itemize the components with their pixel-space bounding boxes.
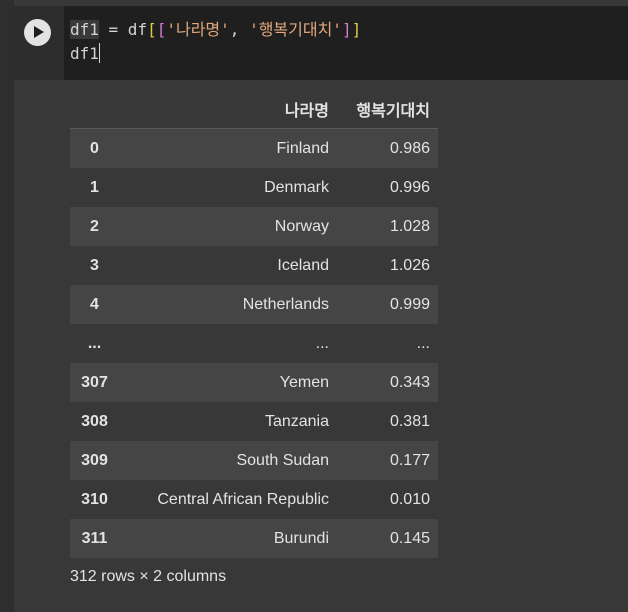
- cell-output: 나라명 행복기대치 0 Finland 0.986 1 Denmark 0.996 2 N…: [70, 90, 438, 586]
- cell-gutter: [14, 6, 64, 80]
- row-index: 3: [90, 256, 99, 274]
- code-line-1: df1 = df[['나라명', '행복기대치']]: [70, 18, 361, 42]
- row-index: 2: [90, 217, 99, 235]
- cell-value: 0.177: [389, 451, 430, 469]
- code-token-sep: ,: [229, 20, 250, 39]
- cell-name: Iceland: [277, 256, 329, 274]
- code-token-var: df1: [70, 44, 99, 63]
- code-text[interactable]: df1 = df[['나라명', '행복기대치']] df1: [70, 18, 361, 66]
- cell-value: 1.026: [389, 256, 430, 274]
- code-token-string: '나라명': [166, 20, 230, 39]
- code-token-assign: = df: [98, 20, 148, 39]
- code-line-2: df1: [70, 42, 361, 66]
- cell-name: Finland: [276, 139, 329, 157]
- cell-value: 0.996: [389, 178, 430, 196]
- code-token-string: '행복기대치': [249, 20, 342, 39]
- column-header: 나라명: [119, 90, 337, 129]
- dataframe-table: 나라명 행복기대치 0 Finland 0.986 1 Denmark 0.996 2 N…: [70, 90, 438, 558]
- table-row: 4 Netherlands 0.999: [70, 285, 438, 324]
- cell-value: 0.999: [389, 295, 430, 313]
- cell-name: Yemen: [279, 373, 329, 391]
- code-editor[interactable]: df1 = df[['나라명', '행복기대치']] df1: [14, 6, 628, 80]
- notebook-left-edge: [0, 0, 14, 612]
- cell-value: 0.145: [389, 529, 430, 547]
- row-index: 311: [81, 529, 108, 547]
- cell-value: 0.986: [389, 139, 430, 157]
- code-token-bracket: [: [156, 20, 167, 39]
- cell-value: ...: [416, 334, 430, 352]
- row-index: 0: [90, 139, 99, 157]
- row-index: 310: [81, 490, 108, 508]
- table-row: 2 Norway 1.028: [70, 207, 438, 246]
- cell-name: Central African Republic: [157, 490, 329, 508]
- column-header: 행복기대치: [337, 90, 438, 129]
- code-cell: df1 = df[['나라명', '행복기대치']] df1 나라명 행복기대치…: [14, 0, 628, 612]
- table-row: 310 Central African Republic 0.010: [70, 480, 438, 519]
- cell-name: Denmark: [264, 178, 329, 196]
- row-index: 4: [90, 295, 99, 313]
- dataframe-shape-footer: 312 rows × 2 columns: [70, 568, 227, 585]
- code-token-var: df1: [70, 20, 99, 39]
- table-header-row: 나라명 행복기대치: [70, 90, 438, 129]
- cell-name: Burundi: [273, 529, 329, 547]
- code-token-bracket: ]: [341, 20, 352, 39]
- row-index: 309: [81, 451, 108, 469]
- table-row: 3 Iceland 1.026: [70, 246, 438, 285]
- cell-name: South Sudan: [236, 451, 329, 469]
- table-row: 0 Finland 0.986: [70, 128, 438, 168]
- table-row: 308 Tanzania 0.381: [70, 402, 438, 441]
- cell-value: 0.343: [389, 373, 430, 391]
- cell-value: 1.028: [389, 217, 430, 235]
- text-cursor: [98, 43, 100, 63]
- cell-value: 0.381: [389, 412, 430, 430]
- index-header: [70, 90, 119, 129]
- code-token-bracket: [: [147, 20, 157, 39]
- cell-name: Tanzania: [264, 412, 329, 430]
- cell-name: ...: [315, 334, 329, 352]
- run-cell-button[interactable]: [24, 19, 51, 46]
- row-index: 1: [90, 178, 99, 196]
- table-row: 1 Denmark 0.996: [70, 168, 438, 207]
- cell-name: Netherlands: [242, 295, 329, 313]
- table-row-ellipsis: .........: [70, 324, 438, 363]
- table-row: 309 South Sudan 0.177: [70, 441, 438, 480]
- table-row: 311 Burundi 0.145: [70, 519, 438, 558]
- cell-name: Norway: [274, 217, 329, 235]
- cell-value: 0.010: [389, 490, 430, 508]
- row-index: ...: [87, 334, 102, 352]
- row-index: 307: [81, 373, 108, 391]
- code-token-bracket: ]: [351, 20, 362, 39]
- table-row: 307 Yemen 0.343: [70, 363, 438, 402]
- row-index: 308: [81, 412, 108, 430]
